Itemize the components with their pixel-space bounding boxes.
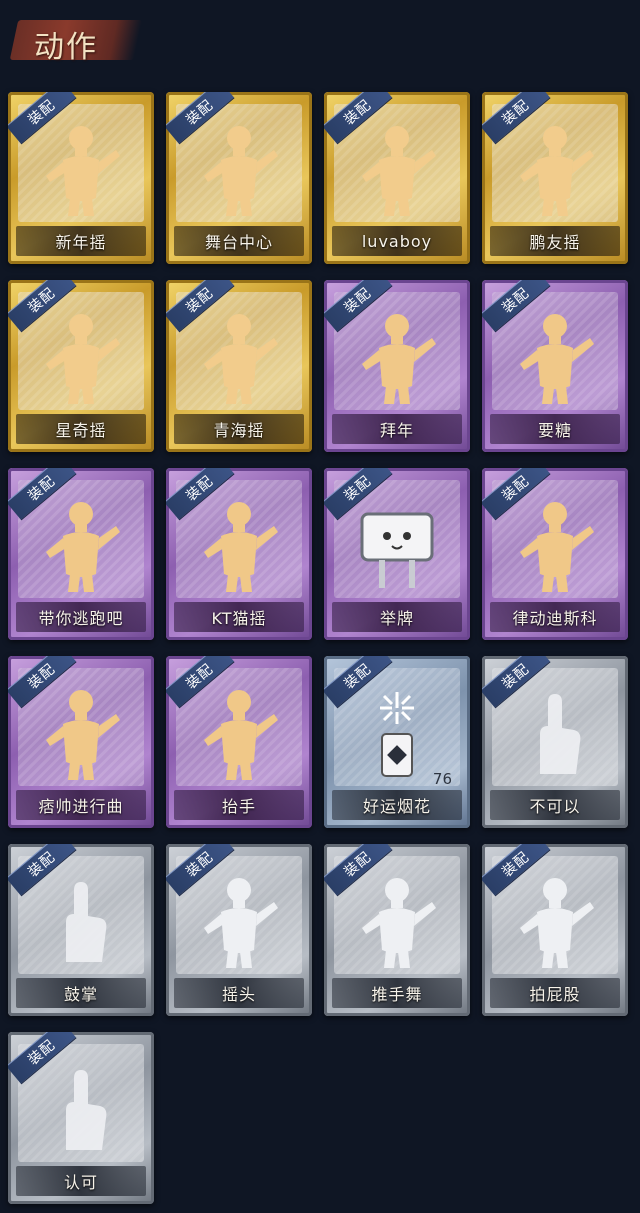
emote-card[interactable]: 摇头 装配: [166, 844, 312, 1016]
emote-card[interactable]: 鹏友摇 装配: [482, 92, 628, 264]
emote-card[interactable]: 舞台中心 装配: [166, 92, 312, 264]
emote-card[interactable]: KT猫摇 装配: [166, 468, 312, 640]
emote-card[interactable]: 鼓掌 装配: [8, 844, 154, 1016]
emote-card[interactable]: 不可以 装配: [482, 656, 628, 828]
emote-card[interactable]: 举牌 装配: [324, 468, 470, 640]
emote-grid: 新年摇 装配 舞台中心 装配 luvaboy 装配 鹏友摇 装配 星奇摇 装配 青海摇 装配: [0, 0, 640, 1213]
emote-card[interactable]: 拍屁股 装配: [482, 844, 628, 1016]
emote-card[interactable]: 青海摇 装配: [166, 280, 312, 452]
emote-card[interactable]: 新年摇 装配: [8, 92, 154, 264]
emote-card[interactable]: 认可 装配: [8, 1032, 154, 1204]
emote-card[interactable]: 要糖 装配: [482, 280, 628, 452]
emote-card[interactable]: 星奇摇 装配: [8, 280, 154, 452]
emote-card[interactable]: luvaboy 装配: [324, 92, 470, 264]
emote-card[interactable]: 推手舞 装配: [324, 844, 470, 1016]
emote-card[interactable]: 76 好运烟花 装配: [324, 656, 470, 828]
emote-card[interactable]: 痞帅进行曲 装配: [8, 656, 154, 828]
emote-card[interactable]: 带你逃跑吧 装配: [8, 468, 154, 640]
emote-card[interactable]: 抬手 装配: [166, 656, 312, 828]
emote-card[interactable]: 拜年 装配: [324, 280, 470, 452]
emote-card[interactable]: 律动迪斯科 装配: [482, 468, 628, 640]
